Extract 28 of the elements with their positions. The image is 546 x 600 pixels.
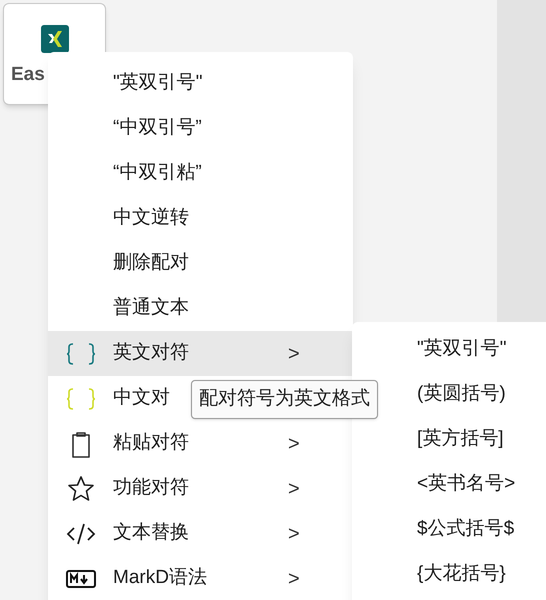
code-icon [66, 522, 96, 546]
menu-item[interactable]: 普通文本 [48, 286, 353, 331]
chevron-icon: > [288, 518, 300, 548]
menu-item[interactable]: 粘贴对符 > [48, 421, 353, 466]
app-label: Eas [11, 64, 45, 85]
submenu-item[interactable]: $公式括号$ [352, 507, 546, 552]
menu-item[interactable]: 功能对符 > [48, 466, 353, 511]
chevron-icon: > [288, 338, 300, 368]
menu-item[interactable]: 中文逆转 [48, 196, 353, 241]
star-icon [66, 475, 94, 502]
menu-item[interactable]: 英文对符 > [48, 331, 353, 376]
menu-item[interactable]: "英双引号" [48, 61, 353, 106]
braces-icon [66, 386, 96, 410]
submenu-item[interactable]: "英双引号" [352, 327, 546, 372]
menu-item[interactable]: 删除配对 [48, 241, 353, 286]
menu-item[interactable]: 文本替换 > [48, 511, 353, 556]
menu-item[interactable]: MarkD语法 > [48, 556, 353, 600]
submenu-item[interactable]: {大花括号} [352, 552, 546, 597]
submenu-item[interactable]: <英书名号> [352, 462, 546, 507]
chevron-icon: > [288, 428, 300, 458]
chevron-icon: > [288, 474, 300, 504]
menu-item[interactable]: “中双引粘” [48, 151, 353, 196]
chevron-icon: > [288, 564, 300, 594]
tooltip: 配对符号为英文格式 [191, 380, 378, 418]
braces-icon [66, 342, 96, 366]
menu-item[interactable]: “中双引号” [48, 106, 353, 151]
submenu-item[interactable]: [英方括号] [352, 417, 546, 462]
markdown-icon [66, 568, 96, 588]
